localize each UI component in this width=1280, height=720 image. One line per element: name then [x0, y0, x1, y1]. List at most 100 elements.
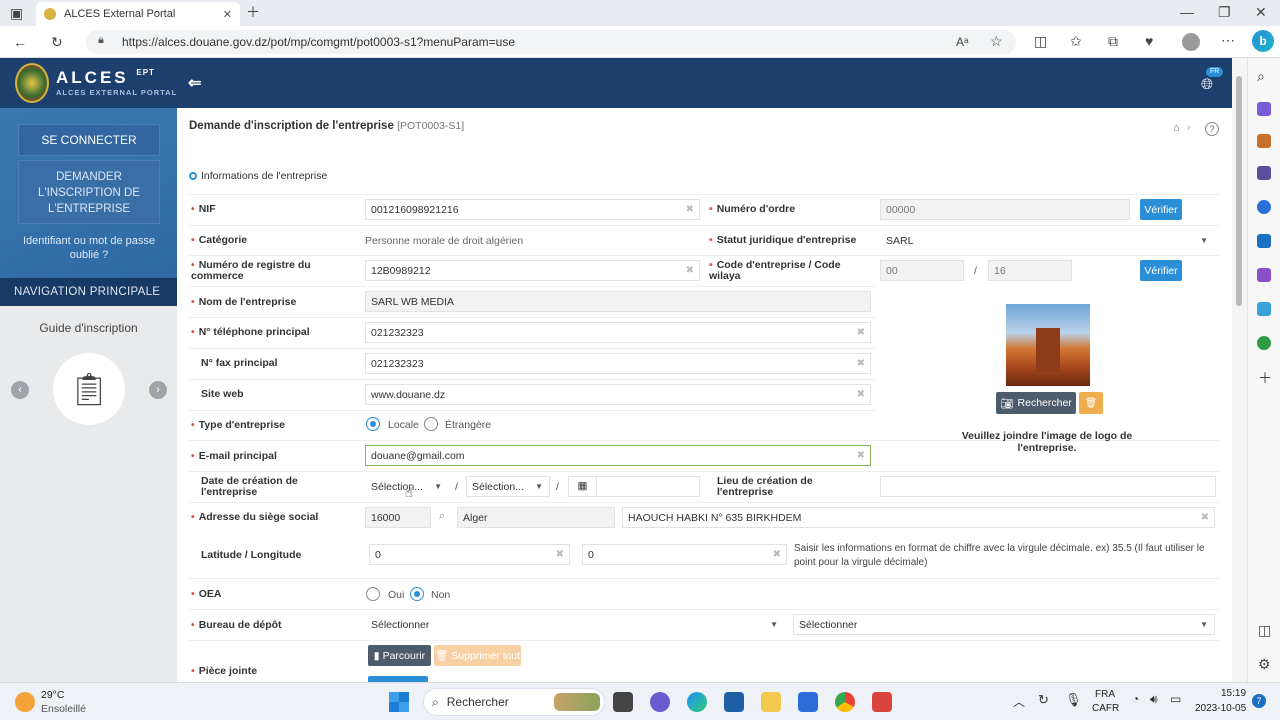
- profile-avatar[interactable]: [1182, 33, 1200, 51]
- favorites-icon[interactable]: ✩: [1070, 33, 1082, 49]
- verify-code-button[interactable]: Vérifier: [1140, 260, 1182, 281]
- search-icon[interactable]: ⌕: [1257, 68, 1265, 84]
- oea-non-radio[interactable]: [410, 587, 424, 601]
- calendar-icon[interactable]: ▦: [569, 477, 597, 496]
- maximize-icon[interactable]: ❐: [1218, 4, 1231, 20]
- taskbar-search-box[interactable]: ⌕ Rechercher: [423, 688, 605, 716]
- latitude-input[interactable]: 0 ✖: [369, 544, 570, 565]
- email-input[interactable]: douane@gmail.com ✖: [365, 445, 871, 466]
- clear-icon[interactable]: ✖: [857, 450, 865, 461]
- fax-input[interactable]: 021232323 ✖: [365, 353, 871, 374]
- forgot-password-link[interactable]: Identifiant ou mot de passe oublié ?: [10, 234, 168, 262]
- notification-badge[interactable]: 7: [1252, 694, 1266, 708]
- refresh-icon[interactable]: ↻: [51, 34, 63, 50]
- bureau-select-2[interactable]: Sélectionner ▼: [793, 614, 1215, 635]
- settings-gear-icon[interactable]: ⚙: [1258, 656, 1271, 672]
- add-sidebar-icon[interactable]: ＋: [1258, 370, 1272, 386]
- new-tab-icon[interactable]: ＋: [246, 4, 260, 20]
- battery-icon[interactable]: ▭: [1170, 692, 1181, 706]
- help-icon[interactable]: ?: [1205, 122, 1219, 136]
- guide-label[interactable]: Guide d'inscription: [0, 321, 177, 335]
- screen-recorder-icon[interactable]: [872, 692, 892, 712]
- url-bar[interactable]: 🔒︎ https://alces.douane.gov.dz/pot/mp/co…: [86, 30, 1016, 54]
- clock-date[interactable]: 2023-10-05: [1195, 703, 1246, 714]
- date-select-2[interactable]: Sélection... ▼: [466, 476, 550, 497]
- back-icon[interactable]: ←: [13, 34, 27, 50]
- more-menu-icon[interactable]: ⋯: [1221, 32, 1235, 48]
- logo-search-button[interactable]: 📷︎ Rechercher: [996, 392, 1076, 414]
- nif-input[interactable]: 001216098921216 ✖: [365, 199, 700, 220]
- page-scrollbar[interactable]: [1232, 58, 1247, 682]
- clear-icon[interactable]: ✖: [857, 358, 865, 369]
- edge-browser-icon[interactable]: [687, 692, 707, 712]
- browse-button[interactable]: ▮ Parcourir: [368, 645, 431, 666]
- verify-ordre-button[interactable]: Vérifier: [1140, 199, 1182, 220]
- file-explorer-icon[interactable]: [761, 692, 781, 712]
- read-aloud-icon[interactable]: Aᵃ: [956, 34, 968, 50]
- clear-icon[interactable]: ✖: [857, 389, 865, 400]
- app-icon[interactable]: [798, 692, 818, 712]
- register-button[interactable]: DEMANDER L'INSCRIPTION DE L'ENTREPRISE: [18, 160, 160, 224]
- weather-sun-icon[interactable]: [15, 692, 35, 712]
- minimize-icon[interactable]: —: [1180, 4, 1194, 20]
- carousel-next-icon[interactable]: ›: [149, 381, 167, 399]
- lieu-input[interactable]: [880, 476, 1216, 497]
- shopping-icon[interactable]: [1257, 102, 1271, 116]
- send-icon[interactable]: [1257, 302, 1271, 316]
- clock-time[interactable]: 15:19: [1221, 688, 1246, 699]
- home-icon[interactable]: ⌂: [1173, 122, 1180, 134]
- tray-chevron-icon[interactable]: ︿: [1013, 693, 1025, 710]
- type-locale-radio[interactable]: [366, 417, 380, 431]
- keyboard-lang-bottom[interactable]: CAFR: [1092, 703, 1119, 714]
- clear-icon[interactable]: ✖: [556, 549, 564, 560]
- close-tab-icon[interactable]: ✕: [223, 8, 232, 21]
- split-screen-icon[interactable]: ◫: [1034, 33, 1047, 49]
- browser-tab[interactable]: ALCES External Portal ✕: [36, 2, 240, 26]
- copilot-icon[interactable]: b: [1252, 30, 1274, 52]
- designer-icon[interactable]: [1257, 268, 1271, 282]
- chrome-icon[interactable]: [835, 692, 855, 712]
- postal-search-icon[interactable]: ⌕: [439, 510, 445, 523]
- outlook-icon[interactable]: [1257, 234, 1271, 248]
- close-window-icon[interactable]: ✕: [1255, 4, 1267, 20]
- tools-icon[interactable]: [1257, 134, 1271, 148]
- clear-icon[interactable]: ✖: [686, 204, 694, 215]
- tel-input[interactable]: 021232323 ✖: [365, 322, 871, 343]
- oea-oui-radio[interactable]: [366, 587, 380, 601]
- collapse-menu-icon[interactable]: ⇐: [188, 73, 201, 93]
- brand-title[interactable]: ALCES EPT: [56, 68, 155, 88]
- collections-icon[interactable]: ⧉: [1108, 33, 1118, 49]
- site-input[interactable]: www.douane.dz ✖: [365, 384, 871, 405]
- delete-all-button[interactable]: 🗑︎ Supprimer tout: [434, 645, 521, 666]
- microphone-icon[interactable]: 🎙︎: [1065, 692, 1082, 708]
- scrollbar-thumb[interactable]: [1236, 76, 1242, 306]
- clear-icon[interactable]: ✖: [1201, 512, 1209, 523]
- guide-checklist-icon[interactable]: 📋︎: [53, 353, 125, 425]
- sidebar-toggle-icon[interactable]: ◫: [1258, 622, 1271, 638]
- globe-icon[interactable]: 🌐︎: [1201, 76, 1213, 93]
- bureau-select-1[interactable]: Sélectionner ▼: [365, 614, 785, 635]
- carousel-prev-icon[interactable]: ‹: [11, 381, 29, 399]
- type-etrangere-radio[interactable]: [424, 417, 438, 431]
- clear-icon[interactable]: ✖: [686, 265, 694, 276]
- microsoft365-icon[interactable]: [1257, 200, 1271, 214]
- extensions-icon[interactable]: ♥: [1145, 33, 1153, 49]
- date-picker-input[interactable]: ▦: [568, 476, 700, 497]
- tab-actions-icon[interactable]: ▣: [10, 5, 23, 21]
- logo-delete-button[interactable]: 🗑︎: [1079, 392, 1103, 414]
- keyboard-lang-top[interactable]: FRA: [1095, 689, 1115, 700]
- clear-icon[interactable]: ✖: [773, 549, 781, 560]
- windows-start-icon[interactable]: [389, 692, 409, 712]
- clear-icon[interactable]: ✖: [857, 327, 865, 338]
- task-view-icon[interactable]: [613, 692, 633, 712]
- registre-input[interactable]: 12B0989212 ✖: [365, 260, 700, 281]
- games-icon[interactable]: [1257, 166, 1271, 180]
- statut-select[interactable]: SARL ▼: [880, 230, 1215, 251]
- store-icon[interactable]: [724, 692, 744, 712]
- login-button[interactable]: SE CONNECTER: [18, 124, 160, 156]
- wifi-icon[interactable]: ◔: [1132, 692, 1139, 706]
- tree-icon[interactable]: [1257, 336, 1271, 350]
- chat-icon[interactable]: [650, 692, 670, 712]
- sync-icon[interactable]: ↻: [1038, 692, 1049, 708]
- longitude-input[interactable]: 0 ✖: [582, 544, 787, 565]
